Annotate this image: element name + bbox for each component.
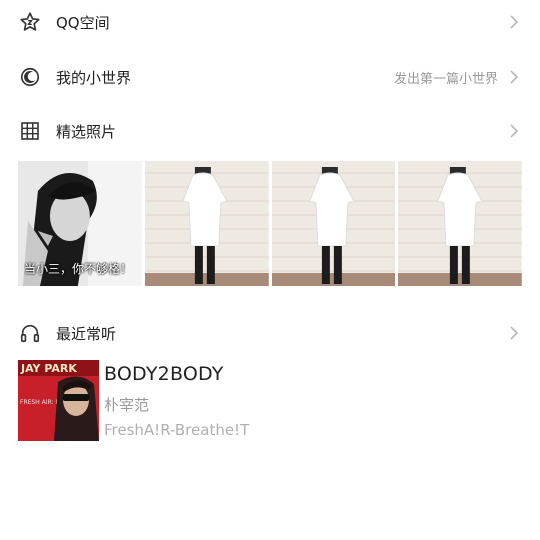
song-title: BODY2BODY <box>104 363 224 385</box>
chevron-right-icon <box>510 15 519 29</box>
song-artist: 朴宰范 <box>104 396 150 414</box>
star-icon <box>18 10 42 34</box>
my-world-label: 我的小世界 <box>56 68 132 87</box>
photo-thumbnail[interactable]: 当小三，你不够格！ <box>18 161 142 286</box>
photo-strip: 当小三，你不够格！ <box>18 161 522 287</box>
photo-caption: 当小三，你不够格！ <box>24 262 133 276</box>
photo-thumbnail[interactable] <box>398 161 522 286</box>
headphones-icon <box>18 321 42 345</box>
album-cover: JAY PARK FRESH AIR: BREATHE IT <box>18 360 99 441</box>
recent-song-item[interactable]: JAY PARK FRESH AIR: BREATHE IT BODY2BODY… <box>18 360 518 441</box>
recently-played-label: 最近常听 <box>56 324 117 343</box>
photo-thumbnail[interactable] <box>144 161 269 286</box>
featured-photos-row[interactable]: 精选照片 <box>0 109 540 153</box>
my-world-row[interactable]: 我的小世界 发出第一篇小世界 <box>0 55 540 99</box>
grid-icon <box>18 119 42 143</box>
my-world-hint: 发出第一篇小世界 <box>393 71 498 87</box>
qzone-row[interactable]: QQ空间 <box>0 0 540 44</box>
moon-icon <box>18 65 42 89</box>
song-album: FreshA!R-Breathe!T <box>104 421 250 439</box>
recently-played-row[interactable]: 最近常听 <box>0 311 540 355</box>
chevron-right-icon <box>510 326 519 340</box>
featured-photos-label: 精选照片 <box>56 122 117 141</box>
qzone-label: QQ空间 <box>56 13 110 32</box>
photo-thumbnail[interactable] <box>271 161 396 286</box>
cover-title-text: JAY PARK <box>20 362 77 375</box>
chevron-right-icon <box>510 70 519 84</box>
chevron-right-icon <box>510 124 519 138</box>
